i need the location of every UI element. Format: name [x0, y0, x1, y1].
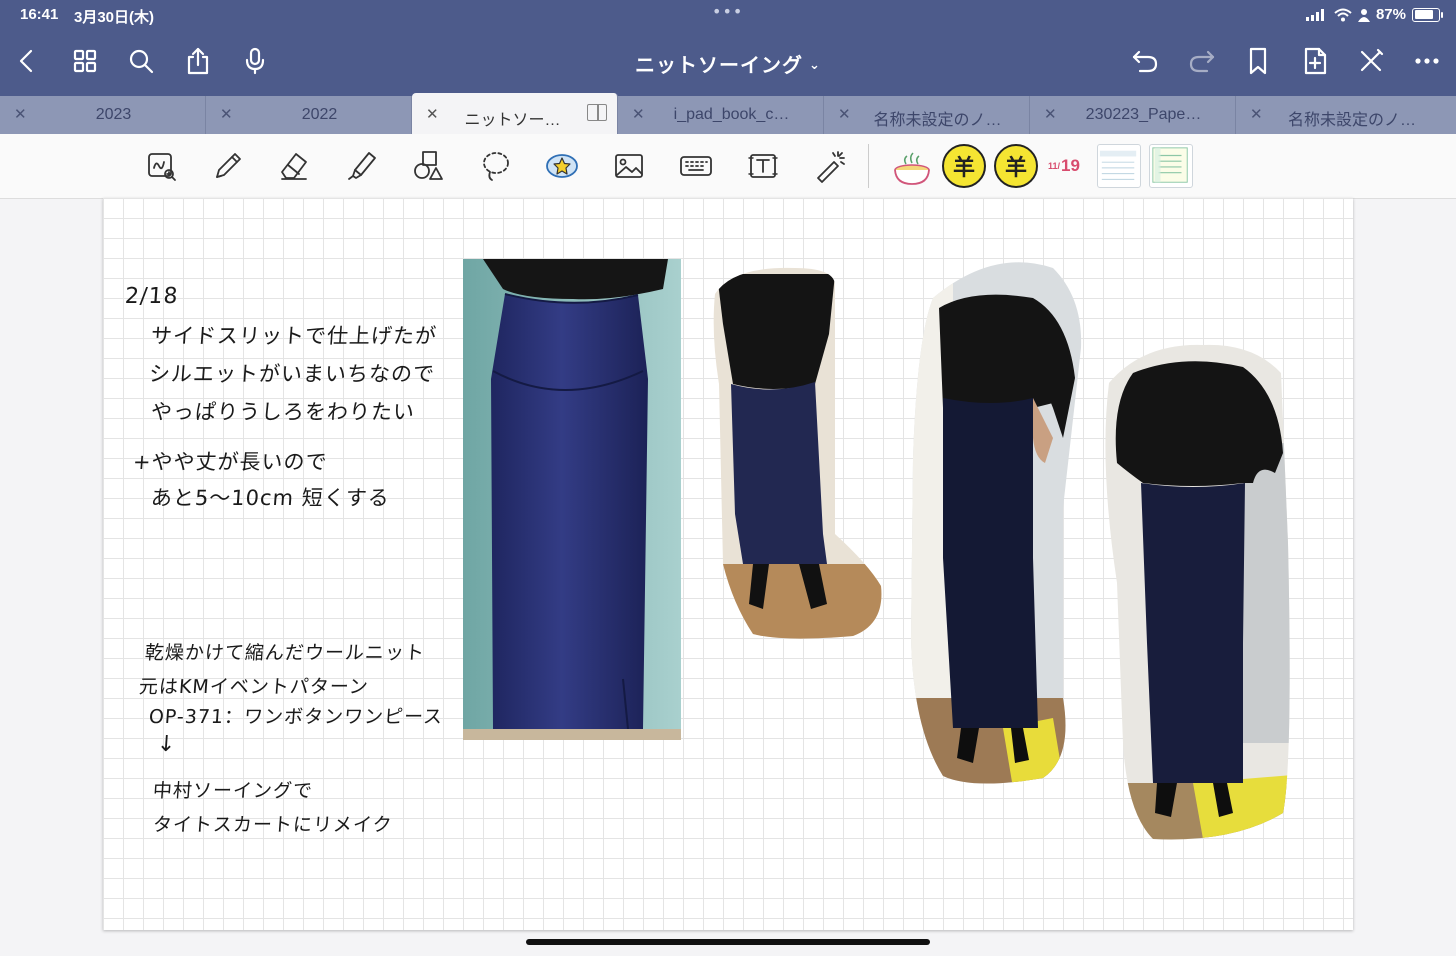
cellular-signal-icon — [1305, 8, 1324, 21]
person-lock-icon — [1357, 8, 1370, 22]
note-line: シルエットがいまいちなので — [148, 362, 436, 386]
tab-label: 名称未設定のノ… — [1287, 112, 1416, 129]
status-date: 3月30日(木) — [74, 9, 155, 26]
note-date: 2/18 — [124, 284, 180, 309]
note-line: タイトスカートにリメイク — [152, 814, 394, 836]
close-tab-icon[interactable]: ✕ — [1250, 105, 1263, 123]
note-line: サイドスリットで仕上げたが — [150, 324, 438, 348]
tab-bar: ✕ 2023 ✕ 2022 ✕ ニットソー… ✕ i_pad_book_c… ✕… — [0, 93, 1456, 134]
close-tab-icon[interactable]: ✕ — [838, 105, 851, 123]
soup-bowl-sticker[interactable] — [890, 144, 934, 188]
image-tool-icon[interactable] — [607, 144, 651, 188]
toolbar-divider — [868, 144, 869, 188]
sticker-tool-icon[interactable] — [540, 144, 584, 188]
chevron-down-icon: ⌄ — [809, 58, 821, 73]
zoom-window-icon[interactable] — [140, 144, 184, 188]
battery-percent: 87% — [1375, 6, 1406, 23]
close-tab-icon[interactable]: ✕ — [1044, 105, 1057, 123]
tab-untitled-note-1[interactable]: ✕ 名称未設定のノ… — [824, 96, 1030, 134]
yen-coin-sticker[interactable]: 羊 — [942, 144, 986, 188]
pen-tool-icon[interactable] — [206, 144, 250, 188]
note-line: +やや丈が長いので — [132, 450, 329, 474]
status-time: 16:41 — [20, 6, 59, 23]
note-line: やっぱりうしろをわりたい — [150, 400, 416, 424]
close-tab-icon[interactable]: ✕ — [426, 105, 439, 123]
tool-bar: 羊 羊 11/19 — [0, 134, 1456, 199]
tab-label: 2023 — [95, 106, 132, 123]
tab-label: i_pad_book_c… — [673, 106, 790, 123]
add-page-icon[interactable] — [1298, 44, 1332, 78]
wifi-icon — [1334, 8, 1352, 21]
date-sticker-month: 11/ — [1048, 161, 1061, 171]
navigation-bar: 16:41 3月30日(木) ••• 87% ニットソーイング ⌄ — [0, 0, 1456, 96]
tab-ipad-book[interactable]: ✕ i_pad_book_c… — [618, 96, 824, 134]
checklist-sticker[interactable] — [1149, 144, 1193, 188]
shape-tool-icon[interactable] — [406, 144, 450, 188]
tab-230223-paper[interactable]: ✕ 230223_Pape… — [1030, 96, 1236, 134]
outfit-photo-4[interactable] — [1093, 343, 1298, 843]
tab-label: 2022 — [301, 106, 338, 123]
tab-label: 230223_Pape… — [1085, 106, 1202, 123]
home-indicator[interactable] — [526, 939, 930, 945]
document-title[interactable]: ニットソーイング ⌄ — [0, 49, 1456, 78]
tab-label: 名称未設定のノ… — [873, 112, 1002, 129]
memo-sticker[interactable] — [1097, 144, 1141, 188]
redo-icon[interactable] — [1185, 44, 1219, 78]
note-line: あと5〜10cm 短くする — [150, 486, 391, 510]
date-sticker[interactable]: 11/19 — [1042, 144, 1086, 188]
note-line: OP-371：ワンボタンワンピース — [148, 706, 444, 728]
multitasking-dots[interactable]: ••• — [712, 2, 743, 21]
more-options-icon[interactable] — [1410, 44, 1444, 78]
highlighter-tool-icon[interactable] — [340, 144, 384, 188]
close-tab-icon[interactable]: ✕ — [632, 105, 645, 123]
skirt-closeup-photo[interactable] — [463, 259, 681, 740]
outfit-photo-3[interactable] — [903, 258, 1089, 788]
tab-label: ニットソー… — [464, 112, 561, 129]
tab-untitled-note-2[interactable]: ✕ 名称未設定のノ… — [1236, 96, 1456, 134]
laser-pointer-tool-icon[interactable] — [808, 144, 852, 188]
tab-2023[interactable]: ✕ 2023 — [0, 96, 206, 134]
date-sticker-day: 19 — [1061, 156, 1080, 175]
split-view-icon[interactable] — [587, 104, 607, 121]
note-line: 中村ソーイングで — [152, 780, 314, 802]
note-line: 乾燥かけて縮んだウールニット — [144, 642, 426, 664]
outfit-photo-2[interactable] — [703, 264, 887, 642]
pen-off-icon[interactable] — [1354, 44, 1388, 78]
note-arrow: ↓ — [156, 732, 178, 757]
note-line: 元はKMイベントパターン — [138, 676, 370, 698]
yen-coin-sticker[interactable]: 羊 — [994, 144, 1038, 188]
notebook-page[interactable]: 2/18 サイドスリットで仕上げたが シルエットがいまいちなので やっぱりうしろ… — [103, 198, 1353, 930]
eraser-tool-icon[interactable] — [272, 144, 316, 188]
tab-2022[interactable]: ✕ 2022 — [206, 96, 412, 134]
bookmark-icon[interactable] — [1241, 44, 1275, 78]
lasso-tool-icon[interactable] — [474, 144, 518, 188]
document-title-text: ニットソーイング — [635, 53, 804, 77]
battery-icon — [1412, 7, 1443, 22]
tab-knit-sewing[interactable]: ✕ ニットソー… — [412, 93, 618, 134]
close-tab-icon[interactable]: ✕ — [220, 105, 233, 123]
status-indicators: 87% — [1305, 6, 1443, 23]
undo-icon[interactable] — [1128, 44, 1162, 78]
keyboard-tool-icon[interactable] — [674, 144, 718, 188]
close-tab-icon[interactable]: ✕ — [14, 105, 27, 123]
text-box-tool-icon[interactable] — [741, 144, 785, 188]
